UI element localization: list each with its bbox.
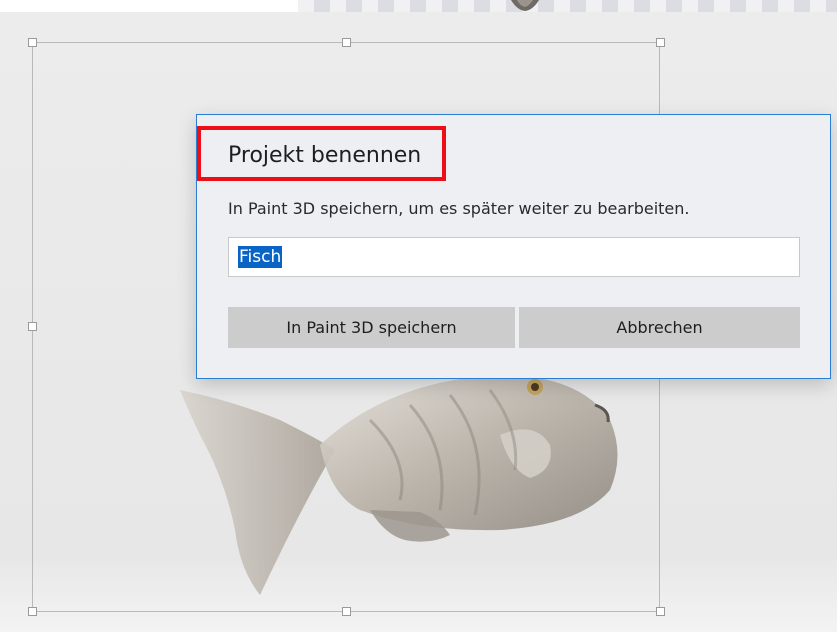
cancel-button[interactable]: Abbrechen	[519, 307, 800, 348]
dialog-title: Projekt benennen	[228, 143, 422, 168]
resize-handle-top-right[interactable]	[656, 38, 665, 47]
fish-3d-model[interactable]	[170, 360, 630, 610]
project-name-input[interactable]: Fisch	[228, 237, 800, 277]
name-project-dialog: Projekt benennen In Paint 3D speichern, …	[196, 114, 831, 379]
top-canvas-area	[0, 0, 298, 12]
resize-handle-bottom-right[interactable]	[656, 607, 665, 616]
resize-handle-top-left[interactable]	[28, 38, 37, 47]
project-name-selected-text[interactable]: Fisch	[238, 246, 283, 268]
resize-handle-top-center[interactable]	[342, 38, 351, 47]
save-in-paint3d-button[interactable]: In Paint 3D speichern	[228, 307, 515, 348]
dialog-message: In Paint 3D speichern, um es später weit…	[228, 199, 690, 218]
resize-handle-bottom-left[interactable]	[28, 607, 37, 616]
partial-3d-object	[511, 0, 539, 11]
resize-handle-middle-left[interactable]	[28, 322, 37, 331]
